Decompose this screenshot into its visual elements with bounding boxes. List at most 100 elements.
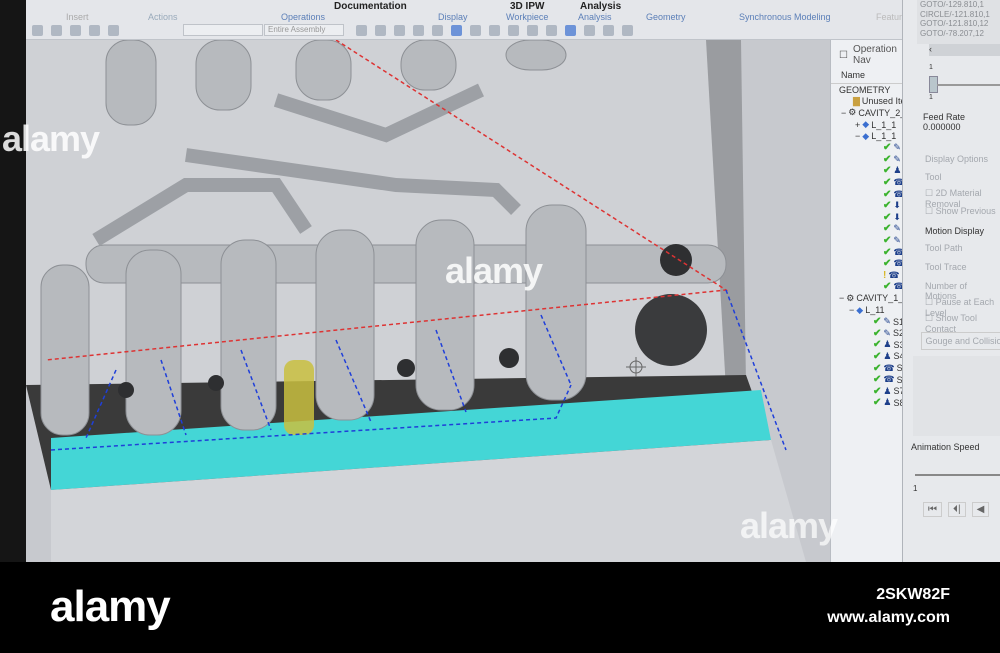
tree-label: L_11 [865,305,885,316]
pipe-top [505,39,567,71]
animation-speed-slider[interactable] [915,474,1000,476]
collapse-icon[interactable]: − [839,293,844,303]
pipe-vertical [40,264,90,436]
operation-item[interactable]: ✔✎R9 [831,235,902,247]
operation-item[interactable]: ✔⬇R7 [831,212,902,224]
tree-l11[interactable]: − ◆ L_11 [831,304,902,316]
operation-type-icon: ♟ [883,397,892,408]
operation-item[interactable]: ✔☎S6 [831,374,902,386]
operation-item[interactable]: !☎R12 [831,270,902,282]
operation-item[interactable]: ✔✎R8 [831,223,902,235]
operation-label: S4 [893,351,902,362]
operation-item[interactable]: ✔✎R1 [831,142,902,154]
ipw-menu[interactable]: 3D IPW [508,1,547,12]
select-icon[interactable] [89,24,100,36]
select-icon[interactable] [51,24,62,36]
grid-icon[interactable] [527,24,538,36]
operation-item[interactable]: ✔☎R11 [831,258,902,270]
view-icon[interactable] [489,24,500,36]
watermark: alamy [445,250,543,291]
collapse-icon[interactable]: − [849,305,854,315]
settings-icon[interactable] [622,24,633,36]
documentation-menu[interactable]: Documentation [332,1,409,12]
tree-label: L_1_1 [871,131,897,142]
view-icon[interactable] [432,24,443,36]
view-icon[interactable] [375,24,386,36]
operation-item[interactable]: ✔☎S5 [831,362,902,374]
pipe-top [195,39,252,111]
shaded-icon[interactable] [451,24,462,36]
tree-l1[interactable]: + ◆ L_1_1 [831,119,902,131]
filter-icon[interactable] [584,24,595,36]
rewind-to-start-icon[interactable]: ⏮ [923,502,942,517]
menu-icon[interactable] [32,24,43,36]
operation-item[interactable]: ✔✎S2 [831,327,902,339]
toolbar-icons-left [32,23,119,37]
operation-item[interactable]: ✔♟R3 [831,165,902,177]
group-synchronous-modeling[interactable]: Synchronous Modeling [739,12,831,22]
gouge-check-button[interactable]: Gouge and Collision [921,332,1000,350]
operation-item[interactable]: ✔⬇R6 [831,200,902,212]
workpiece-icon: ◆ [856,304,864,315]
operation-label: S1 [892,316,902,327]
group-actions[interactable]: Actions [148,12,178,22]
check-icon: ✔ [883,188,892,200]
tree-label: CAVITY_1_SE [856,293,902,304]
operation-item[interactable]: ✔♟S3 [831,339,902,351]
show-previous-checkbox[interactable]: ☐ Show Previous [925,206,996,217]
layer-icon[interactable] [603,24,614,36]
box-select-icon[interactable] [413,24,424,36]
operation-item[interactable]: ✔☎R5 [831,188,902,200]
operation-item[interactable]: ✔☎R4 [831,177,902,189]
collapse-icon[interactable]: − [855,131,860,141]
render-icon[interactable] [546,24,557,36]
snap-icon[interactable] [108,24,119,36]
group-analysis[interactable]: Analysis [578,12,612,22]
select-icon[interactable] [70,24,81,36]
group-insert[interactable]: Insert [66,12,89,22]
view-icon[interactable] [470,24,481,36]
view-icon[interactable] [356,24,367,36]
pipe-vertical [220,239,277,431]
group-geometry[interactable]: Geometry [646,12,686,22]
operation-item[interactable]: ✔✎R2 [831,154,902,166]
tree-cavity-1[interactable]: −⚙CAVITY_1_SE [831,293,902,305]
fit-icon[interactable] [394,24,405,36]
check-icon: ✔ [873,397,882,409]
operation-item[interactable]: ✔☎R13 [831,281,902,293]
name-column-header[interactable]: Name [831,70,902,84]
group-display[interactable]: Display [438,12,468,22]
group-workpiece[interactable]: Workpiece [506,12,548,22]
analysis-menu[interactable]: Analysis [578,1,624,12]
step-back-icon[interactable]: ⏴| [948,502,966,517]
operation-type-icon: ✎ [893,153,901,164]
graphics-viewport[interactable] [26,39,830,562]
tree-l2[interactable]: − ◆ L_1_1 [831,130,902,142]
gcode-line: GOTO/-78.207,12 [920,28,984,38]
tree-unused[interactable]: ▇Unused Items [831,96,902,108]
listing-scrollbar[interactable]: ‹ [929,44,1000,56]
operation-item[interactable]: ✔♟S7 [831,385,902,397]
step-slider-track[interactable] [937,84,1000,86]
scroll-left-icon[interactable]: ‹ [929,44,932,54]
collapse-icon[interactable]: − [841,108,846,118]
operation-item[interactable]: ✔☎R10 [831,246,902,258]
show-contact-checkbox[interactable]: ☐ Show Tool Contact [925,313,1000,334]
operation-type-icon: ✎ [893,235,901,246]
operation-item[interactable]: ✔♟S8 [831,397,902,409]
operation-item[interactable]: ✔♟S4 [831,351,902,363]
tree-root[interactable]: GEOMETRY [831,84,902,96]
tree-cavity-2[interactable]: −⚙CAVITY_2_SE [831,107,902,119]
scope-combo[interactable]: Entire Assembly [264,24,344,36]
operation-type-icon: ⬇ [893,211,901,222]
cube-icon[interactable] [565,24,576,36]
type-filter-combo[interactable] [183,24,263,36]
group-operations[interactable]: Operations [281,12,325,22]
expand-icon[interactable]: + [855,120,860,130]
play-reverse-icon[interactable]: ◀ [971,502,990,517]
operation-type-icon: ☎ [883,362,895,373]
check-icon: ✔ [883,165,892,177]
operation-item[interactable]: ✔✎S1 [831,316,902,328]
rotate-icon[interactable] [508,24,519,36]
folder-icon: ▇ [853,95,860,106]
